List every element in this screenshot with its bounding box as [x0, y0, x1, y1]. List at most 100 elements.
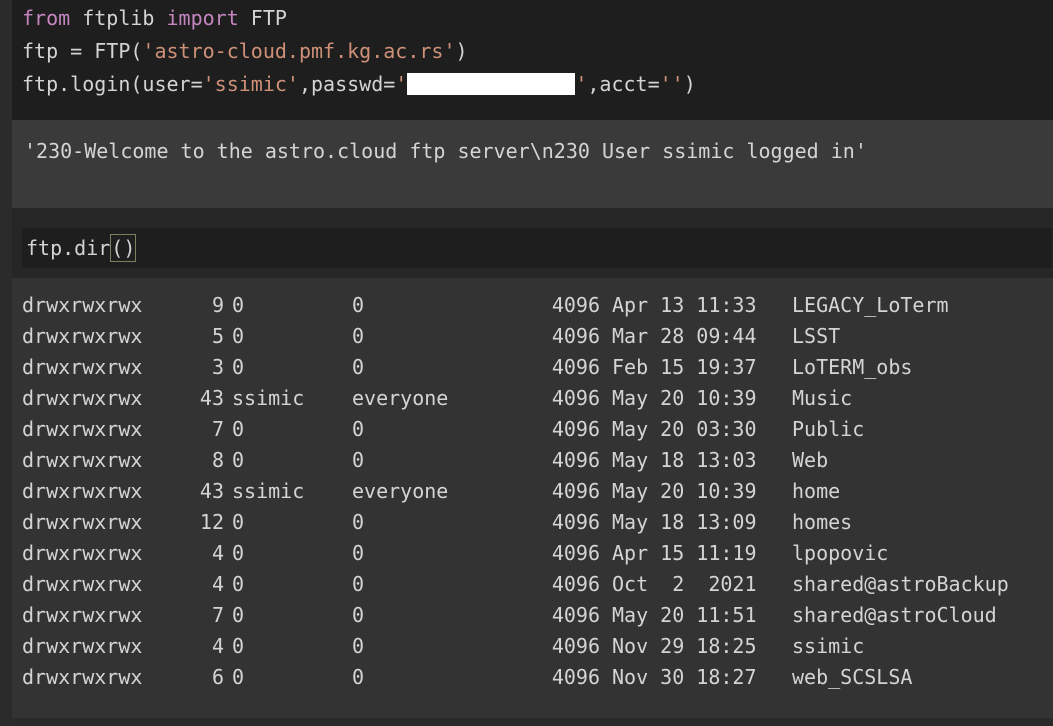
dir-owner: 0 — [232, 324, 245, 348]
dir-perm: drwxrwxrwx — [22, 448, 143, 472]
dir-group: 0 — [352, 417, 365, 441]
dir-name: ssimic — [792, 634, 865, 658]
output-login-response: '230-Welcome to the astro.cloud ftp serv… — [12, 120, 1053, 208]
dir-date: May 20 11:51 — [612, 603, 757, 627]
dir-name: lpopovic — [792, 541, 889, 565]
dir-name: shared@astroBackup — [792, 572, 1009, 596]
dir-row: drwxrwxrwx 12 0 0 4096 May 18 13:09 homes — [22, 507, 1053, 538]
dir-size: 4096 — [551, 510, 600, 534]
dir-name: Web — [792, 448, 829, 472]
dir-perm: drwxrwxrwx — [22, 293, 143, 317]
dir-perm: drwxrwxrwx — [22, 386, 143, 410]
dir-group: 0 — [352, 572, 365, 596]
dir-owner: ssimic — [232, 386, 305, 410]
dir-owner: 0 — [232, 603, 245, 627]
dir-size: 4096 — [551, 417, 600, 441]
dir-owner: 0 — [232, 541, 245, 565]
dir-links: 4 — [211, 572, 224, 596]
dir-row: drwxrwxrwx 43 ssimic everyone 4096 May 20 10:… — [22, 383, 1053, 414]
bottom-strip — [12, 718, 1053, 726]
dir-owner: 0 — [232, 355, 245, 379]
keyword-import: import — [166, 6, 239, 30]
dir-row: drwxrwxrwx 4 0 0 4096 Oct 2 2021 shared@astroB… — [22, 569, 1053, 600]
import-name: FTP — [238, 6, 287, 30]
dir-links: 9 — [211, 293, 224, 317]
dir-owner: 0 — [232, 634, 245, 658]
dir-links: 4 — [211, 541, 224, 565]
dir-perm: drwxrwxrwx — [22, 479, 143, 503]
dir-date: May 18 13:09 — [612, 510, 757, 534]
dir-links: 4 — [211, 634, 224, 658]
dir-perm: drwxrwxrwx — [22, 417, 143, 441]
dir-links: 5 — [211, 324, 224, 348]
dir-perm: drwxrwxrwx — [22, 355, 143, 379]
dir-owner: 0 — [232, 572, 245, 596]
dir-date: Apr 13 11:33 — [612, 293, 757, 317]
dir-links: 7 — [211, 417, 224, 441]
dir-date: May 20 10:39 — [612, 386, 757, 410]
dir-row: drwxrwxrwx 4 0 0 4096 Nov 29 18:25 ssimic — [22, 631, 1053, 662]
dir-row: drwxrwxrwx 3 0 0 4096 Feb 15 19:37 LoTERM_obs — [22, 352, 1053, 383]
dir-date: May 20 03:30 — [612, 417, 757, 441]
dir-name: homes — [792, 510, 853, 534]
user-string: 'ssimic' — [202, 72, 299, 96]
dir-perm: drwxrwxrwx — [22, 324, 143, 348]
dir-owner: 0 — [232, 448, 245, 472]
redacted-password — [407, 72, 576, 95]
code-line-ftp-init: ftp = FTP('astro-cloud.pmf.kg.ac.rs') — [22, 35, 1053, 68]
notebook: from ftplib import FTP ftp = FTP('astro-… — [0, 0, 1053, 726]
dir-group: 0 — [352, 510, 365, 534]
dir-date: May 18 13:03 — [612, 448, 757, 472]
dir-group: 0 — [352, 293, 365, 317]
dir-call: ftp.dir — [26, 236, 111, 260]
dir-row: drwxrwxrwx 6 0 0 4096 Nov 30 18:27 web_SCSLSA — [22, 662, 1053, 693]
dir-name: Music — [792, 386, 853, 410]
dir-name: LSST — [792, 324, 841, 348]
login-call: ftp.login(user= — [22, 72, 203, 96]
dir-perm: drwxrwxrwx — [22, 665, 143, 689]
dir-owner: ssimic — [232, 479, 305, 503]
passwd-close-quote: ' — [575, 72, 588, 96]
passwd-open-quote: ' — [395, 72, 408, 96]
dir-perm: drwxrwxrwx — [22, 634, 143, 658]
dir-group: 0 — [352, 603, 365, 627]
dir-name: LEGACY_LoTerm — [792, 293, 949, 317]
acct-arg: ,acct= — [587, 72, 660, 96]
code-editor-ftp-dir[interactable]: ftp.dir() — [22, 228, 1052, 268]
dir-owner: 0 — [232, 417, 245, 441]
dir-row: drwxrwxrwx 43 ssimic everyone 4096 May 20 10:… — [22, 476, 1053, 507]
dir-date: Mar 28 09:44 — [612, 324, 757, 348]
close-paren: ) — [455, 39, 468, 63]
dir-name: LoTERM_obs — [792, 355, 913, 379]
dir-perm: drwxrwxrwx — [22, 572, 143, 596]
code-cell-ftp-login[interactable]: from ftplib import FTP ftp = FTP('astro-… — [12, 0, 1053, 120]
dir-row: drwxrwxrwx 9 0 0 4096 Apr 13 11:33 LEGACY_LoTe… — [22, 290, 1053, 321]
dir-size: 4096 — [551, 324, 600, 348]
dir-group: everyone — [352, 479, 449, 503]
ftp-assign: ftp = FTP( — [22, 39, 143, 63]
acct-string: '' — [659, 72, 684, 96]
dir-date: Apr 15 11:19 — [612, 541, 757, 565]
login-response-text: '230-Welcome to the astro.cloud ftp serv… — [24, 139, 867, 163]
module-name: ftplib — [70, 6, 167, 30]
output-dir-listing: drwxrwxrwx 9 0 0 4096 Apr 13 11:33 LEGACY_LoTe… — [12, 278, 1053, 718]
dir-row: drwxrwxrwx 8 0 0 4096 May 18 13:03 Web — [22, 445, 1053, 476]
dir-group: 0 — [352, 634, 365, 658]
dir-group: 0 — [352, 448, 365, 472]
dir-links: 6 — [211, 665, 224, 689]
dir-name: Public — [792, 417, 865, 441]
host-string: 'astro-cloud.pmf.kg.ac.rs' — [142, 39, 456, 63]
dir-group: 0 — [352, 355, 365, 379]
dir-perm: drwxrwxrwx — [22, 603, 143, 627]
dir-size: 4096 — [551, 572, 600, 596]
code-cell-ftp-dir[interactable]: ftp.dir() — [12, 208, 1053, 278]
dir-links: 43 — [199, 479, 224, 503]
passwd-arg: ,passwd= — [298, 72, 396, 96]
dir-size: 4096 — [551, 293, 600, 317]
dir-date: Nov 30 18:27 — [612, 665, 757, 689]
code-line-login: ftp.login(user='ssimic',passwd=' ',acct='… — [22, 68, 1053, 101]
dir-owner: 0 — [232, 665, 245, 689]
matching-parens: () — [110, 233, 137, 262]
dir-size: 4096 — [551, 355, 600, 379]
dir-links: 7 — [211, 603, 224, 627]
